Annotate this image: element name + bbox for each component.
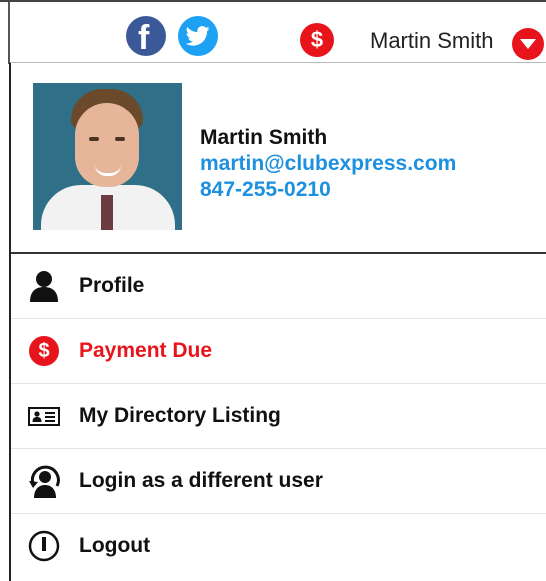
user-dropdown-panel: Martin Smith martin@clubexpress.com 847-… bbox=[9, 62, 546, 581]
twitter-bird-icon bbox=[186, 26, 210, 46]
user-name-label: Martin Smith bbox=[370, 28, 494, 53]
menu-item-switch-user[interactable]: Login as a different user bbox=[11, 449, 546, 514]
power-icon bbox=[27, 529, 61, 563]
menu-item-label: Payment Due bbox=[79, 339, 213, 362]
dollar-glyph: $ bbox=[38, 340, 50, 362]
top-bar: f $ Martin Smith bbox=[0, 0, 546, 64]
profile-info: Martin Smith martin@clubexpress.com 847-… bbox=[200, 125, 456, 203]
menu-item-label: Logout bbox=[79, 534, 151, 557]
menu-item-profile[interactable]: Profile bbox=[11, 254, 546, 319]
menu-item-label: Login as a different user bbox=[79, 469, 323, 492]
profile-name: Martin Smith bbox=[200, 126, 328, 149]
switch-user-icon bbox=[27, 464, 61, 498]
menu-item-payment-due[interactable]: $ Payment Due bbox=[11, 319, 546, 384]
menu-item-label: My Directory Listing bbox=[79, 404, 281, 427]
payment-due-icon[interactable]: $ bbox=[300, 23, 334, 57]
facebook-glyph: f bbox=[138, 19, 150, 57]
profile-photo bbox=[33, 83, 182, 230]
payment-glyph: $ bbox=[310, 27, 324, 52]
dollar-icon: $ bbox=[29, 336, 59, 366]
chevron-down-icon bbox=[512, 28, 544, 60]
id-card-icon bbox=[27, 399, 61, 433]
profile-email-link[interactable]: martin@clubexpress.com bbox=[200, 151, 456, 177]
divider bbox=[8, 2, 10, 64]
menu-item-directory-listing[interactable]: My Directory Listing bbox=[11, 384, 546, 449]
menu-item-label: Profile bbox=[79, 274, 145, 297]
facebook-icon[interactable]: f bbox=[126, 16, 166, 57]
menu-item-logout[interactable]: Logout bbox=[11, 514, 546, 578]
twitter-icon[interactable] bbox=[178, 16, 218, 56]
user-menu-list: Profile $ Payment Due My Directory Listi… bbox=[11, 254, 546, 578]
profile-phone-link[interactable]: 847-255-0210 bbox=[200, 177, 456, 203]
person-icon bbox=[27, 269, 61, 303]
app-frame: f $ Martin Smith Martin Smith martin@clu… bbox=[0, 0, 546, 581]
